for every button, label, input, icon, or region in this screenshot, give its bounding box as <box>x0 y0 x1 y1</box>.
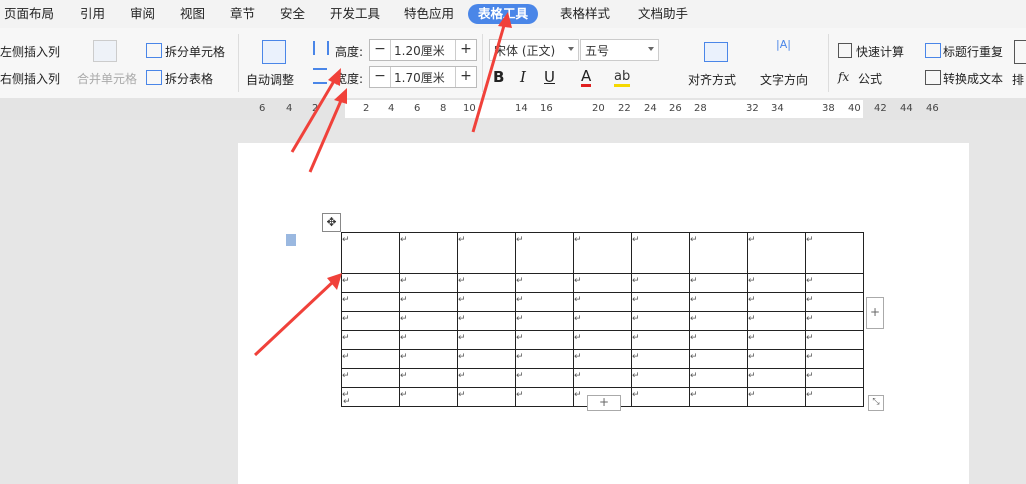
arrow-to-height <box>290 75 339 153</box>
arrow-head <box>498 12 512 28</box>
arrow-head <box>334 88 347 104</box>
arrow-to-table <box>253 278 337 357</box>
arrow-head <box>327 273 342 290</box>
arrow-head <box>328 68 341 86</box>
annotation-arrows <box>253 12 512 357</box>
arrow-to-tab <box>471 21 507 133</box>
arrow-to-width <box>308 95 345 173</box>
